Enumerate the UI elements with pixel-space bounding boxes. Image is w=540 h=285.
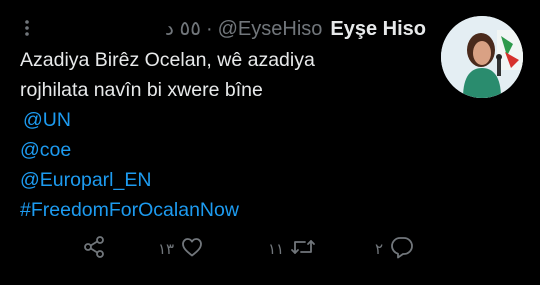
tweet-text: Azadiya Birêz Ocelan, wê azadiya rojhila… <box>20 45 420 225</box>
reply-button[interactable]: ٢ <box>375 236 415 262</box>
mention-link[interactable]: @coe <box>20 135 420 165</box>
like-button[interactable]: ١٣ <box>158 236 204 262</box>
separator-dot: · <box>205 18 213 40</box>
avatar[interactable] <box>441 16 523 98</box>
like-count: ١٣ <box>158 240 175 258</box>
author-display-name[interactable]: Eyşe Hiso <box>330 17 426 41</box>
more-vertical-icon[interactable] <box>24 19 30 42</box>
heart-icon <box>180 235 204 264</box>
share-button[interactable] <box>82 235 106 264</box>
tweet-text-line: Azadiya Birêz Ocelan, wê azadiya <box>20 49 315 71</box>
reply-icon <box>389 235 415 264</box>
share-icon <box>82 235 106 264</box>
tweet-header: ٥٥ د · @EyseHiso Eyşe Hiso <box>165 17 426 41</box>
hashtag-link[interactable]: #FreedomForOcalanNow <box>20 195 420 225</box>
retweet-count: ١١ <box>268 240 285 258</box>
author-handle[interactable]: @EyseHiso <box>218 17 323 41</box>
timestamp[interactable]: ٥٥ د <box>165 17 201 41</box>
retweet-button[interactable]: ١١ <box>268 236 316 262</box>
mention-link[interactable]: @UN <box>20 105 420 135</box>
tweet-text-line: rojhilata navîn bi xwere bîne <box>20 79 263 101</box>
mention-link[interactable]: @Europarl_EN <box>20 165 420 195</box>
tweet-actions: ١٣ ١١ ٢ <box>0 235 540 264</box>
retweet-icon <box>290 235 316 264</box>
reply-count: ٢ <box>375 240 384 258</box>
